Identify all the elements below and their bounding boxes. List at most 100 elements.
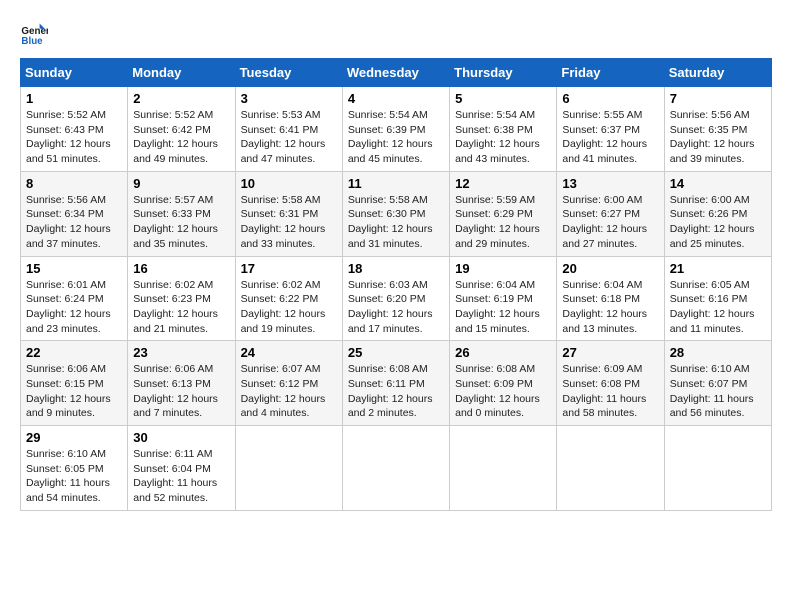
day-number: 29 xyxy=(26,430,122,445)
calendar-cell: 28 Sunrise: 6:10 AMSunset: 6:07 PMDaylig… xyxy=(664,341,771,426)
calendar-cell: 5 Sunrise: 5:54 AMSunset: 6:38 PMDayligh… xyxy=(450,87,557,172)
day-info: Sunrise: 5:54 AMSunset: 6:38 PMDaylight:… xyxy=(455,109,540,165)
calendar-cell xyxy=(342,426,449,511)
calendar-cell: 24 Sunrise: 6:07 AMSunset: 6:12 PMDaylig… xyxy=(235,341,342,426)
calendar-cell: 27 Sunrise: 6:09 AMSunset: 6:08 PMDaylig… xyxy=(557,341,664,426)
day-info: Sunrise: 6:10 AMSunset: 6:05 PMDaylight:… xyxy=(26,448,110,504)
day-info: Sunrise: 6:09 AMSunset: 6:08 PMDaylight:… xyxy=(562,363,646,419)
day-number: 14 xyxy=(670,176,766,191)
logo: General Blue xyxy=(20,20,52,48)
day-number: 11 xyxy=(348,176,444,191)
day-number: 2 xyxy=(133,91,229,106)
day-info: Sunrise: 5:53 AMSunset: 6:41 PMDaylight:… xyxy=(241,109,326,165)
calendar-cell: 25 Sunrise: 6:08 AMSunset: 6:11 PMDaylig… xyxy=(342,341,449,426)
day-info: Sunrise: 6:04 AMSunset: 6:18 PMDaylight:… xyxy=(562,279,647,335)
col-header-wednesday: Wednesday xyxy=(342,59,449,87)
calendar-cell: 4 Sunrise: 5:54 AMSunset: 6:39 PMDayligh… xyxy=(342,87,449,172)
day-info: Sunrise: 6:06 AMSunset: 6:13 PMDaylight:… xyxy=(133,363,218,419)
day-info: Sunrise: 5:59 AMSunset: 6:29 PMDaylight:… xyxy=(455,194,540,250)
calendar-cell: 3 Sunrise: 5:53 AMSunset: 6:41 PMDayligh… xyxy=(235,87,342,172)
day-info: Sunrise: 6:08 AMSunset: 6:11 PMDaylight:… xyxy=(348,363,433,419)
day-number: 18 xyxy=(348,261,444,276)
day-info: Sunrise: 6:04 AMSunset: 6:19 PMDaylight:… xyxy=(455,279,540,335)
calendar-cell: 8 Sunrise: 5:56 AMSunset: 6:34 PMDayligh… xyxy=(21,171,128,256)
day-info: Sunrise: 5:58 AMSunset: 6:31 PMDaylight:… xyxy=(241,194,326,250)
day-info: Sunrise: 6:11 AMSunset: 6:04 PMDaylight:… xyxy=(133,448,217,504)
col-header-tuesday: Tuesday xyxy=(235,59,342,87)
day-number: 7 xyxy=(670,91,766,106)
day-number: 17 xyxy=(241,261,337,276)
day-number: 30 xyxy=(133,430,229,445)
calendar-cell: 21 Sunrise: 6:05 AMSunset: 6:16 PMDaylig… xyxy=(664,256,771,341)
day-info: Sunrise: 5:55 AMSunset: 6:37 PMDaylight:… xyxy=(562,109,647,165)
day-info: Sunrise: 6:07 AMSunset: 6:12 PMDaylight:… xyxy=(241,363,326,419)
day-info: Sunrise: 6:03 AMSunset: 6:20 PMDaylight:… xyxy=(348,279,433,335)
day-number: 8 xyxy=(26,176,122,191)
day-info: Sunrise: 6:00 AMSunset: 6:26 PMDaylight:… xyxy=(670,194,755,250)
calendar-cell: 20 Sunrise: 6:04 AMSunset: 6:18 PMDaylig… xyxy=(557,256,664,341)
day-number: 3 xyxy=(241,91,337,106)
col-header-sunday: Sunday xyxy=(21,59,128,87)
calendar-cell: 7 Sunrise: 5:56 AMSunset: 6:35 PMDayligh… xyxy=(664,87,771,172)
day-info: Sunrise: 5:58 AMSunset: 6:30 PMDaylight:… xyxy=(348,194,433,250)
calendar-cell: 12 Sunrise: 5:59 AMSunset: 6:29 PMDaylig… xyxy=(450,171,557,256)
calendar-cell xyxy=(664,426,771,511)
calendar-cell xyxy=(235,426,342,511)
day-number: 22 xyxy=(26,345,122,360)
day-info: Sunrise: 5:54 AMSunset: 6:39 PMDaylight:… xyxy=(348,109,433,165)
col-header-saturday: Saturday xyxy=(664,59,771,87)
day-number: 9 xyxy=(133,176,229,191)
day-number: 10 xyxy=(241,176,337,191)
day-number: 16 xyxy=(133,261,229,276)
calendar-cell: 11 Sunrise: 5:58 AMSunset: 6:30 PMDaylig… xyxy=(342,171,449,256)
calendar-cell: 19 Sunrise: 6:04 AMSunset: 6:19 PMDaylig… xyxy=(450,256,557,341)
calendar-cell: 18 Sunrise: 6:03 AMSunset: 6:20 PMDaylig… xyxy=(342,256,449,341)
day-number: 28 xyxy=(670,345,766,360)
day-info: Sunrise: 6:08 AMSunset: 6:09 PMDaylight:… xyxy=(455,363,540,419)
calendar-cell: 16 Sunrise: 6:02 AMSunset: 6:23 PMDaylig… xyxy=(128,256,235,341)
calendar-cell: 17 Sunrise: 6:02 AMSunset: 6:22 PMDaylig… xyxy=(235,256,342,341)
day-number: 12 xyxy=(455,176,551,191)
day-info: Sunrise: 6:06 AMSunset: 6:15 PMDaylight:… xyxy=(26,363,111,419)
day-info: Sunrise: 6:00 AMSunset: 6:27 PMDaylight:… xyxy=(562,194,647,250)
day-number: 23 xyxy=(133,345,229,360)
calendar-cell: 26 Sunrise: 6:08 AMSunset: 6:09 PMDaylig… xyxy=(450,341,557,426)
calendar-cell: 6 Sunrise: 5:55 AMSunset: 6:37 PMDayligh… xyxy=(557,87,664,172)
calendar-cell: 14 Sunrise: 6:00 AMSunset: 6:26 PMDaylig… xyxy=(664,171,771,256)
calendar-cell: 2 Sunrise: 5:52 AMSunset: 6:42 PMDayligh… xyxy=(128,87,235,172)
day-number: 13 xyxy=(562,176,658,191)
day-number: 1 xyxy=(26,91,122,106)
day-number: 4 xyxy=(348,91,444,106)
day-number: 24 xyxy=(241,345,337,360)
day-info: Sunrise: 6:01 AMSunset: 6:24 PMDaylight:… xyxy=(26,279,111,335)
day-info: Sunrise: 5:52 AMSunset: 6:43 PMDaylight:… xyxy=(26,109,111,165)
day-number: 19 xyxy=(455,261,551,276)
day-info: Sunrise: 6:05 AMSunset: 6:16 PMDaylight:… xyxy=(670,279,755,335)
day-info: Sunrise: 6:10 AMSunset: 6:07 PMDaylight:… xyxy=(670,363,754,419)
calendar-cell: 1 Sunrise: 5:52 AMSunset: 6:43 PMDayligh… xyxy=(21,87,128,172)
day-number: 27 xyxy=(562,345,658,360)
day-number: 6 xyxy=(562,91,658,106)
calendar-cell: 15 Sunrise: 6:01 AMSunset: 6:24 PMDaylig… xyxy=(21,256,128,341)
day-info: Sunrise: 5:52 AMSunset: 6:42 PMDaylight:… xyxy=(133,109,218,165)
col-header-thursday: Thursday xyxy=(450,59,557,87)
calendar-table: SundayMondayTuesdayWednesdayThursdayFrid… xyxy=(20,58,772,511)
svg-text:Blue: Blue xyxy=(21,36,43,47)
calendar-cell: 13 Sunrise: 6:00 AMSunset: 6:27 PMDaylig… xyxy=(557,171,664,256)
day-number: 15 xyxy=(26,261,122,276)
calendar-cell: 23 Sunrise: 6:06 AMSunset: 6:13 PMDaylig… xyxy=(128,341,235,426)
day-number: 25 xyxy=(348,345,444,360)
day-number: 5 xyxy=(455,91,551,106)
col-header-friday: Friday xyxy=(557,59,664,87)
calendar-cell: 30 Sunrise: 6:11 AMSunset: 6:04 PMDaylig… xyxy=(128,426,235,511)
col-header-monday: Monday xyxy=(128,59,235,87)
calendar-cell xyxy=(557,426,664,511)
day-number: 21 xyxy=(670,261,766,276)
calendar-cell: 9 Sunrise: 5:57 AMSunset: 6:33 PMDayligh… xyxy=(128,171,235,256)
calendar-cell: 29 Sunrise: 6:10 AMSunset: 6:05 PMDaylig… xyxy=(21,426,128,511)
calendar-cell xyxy=(450,426,557,511)
day-info: Sunrise: 6:02 AMSunset: 6:23 PMDaylight:… xyxy=(133,279,218,335)
day-number: 26 xyxy=(455,345,551,360)
day-number: 20 xyxy=(562,261,658,276)
day-info: Sunrise: 5:56 AMSunset: 6:34 PMDaylight:… xyxy=(26,194,111,250)
